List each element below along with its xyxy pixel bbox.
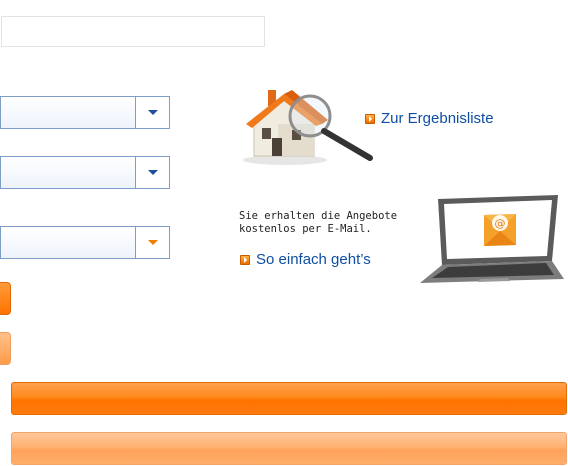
email-info-line-1: Sie erhalten die Angebote	[239, 210, 398, 222]
select-dropdown-3[interactable]	[0, 226, 170, 259]
dropdown-arrow-button-2[interactable]	[135, 157, 169, 188]
laptop-email-icon: @	[420, 195, 564, 283]
email-info-line-2: kostenlos per E-Mail.	[239, 223, 372, 235]
dropdown-arrow-button-3[interactable]	[135, 227, 169, 258]
email-info-text: Sie erhalten die Angebote kostenlos per …	[239, 210, 397, 236]
orange-button-stub-1[interactable]	[0, 282, 11, 315]
chevron-down-icon	[148, 170, 158, 175]
how-it-works-link-label: So einfach geht’s	[256, 251, 371, 268]
light-orange-action-bar[interactable]	[11, 432, 567, 465]
how-it-works-link[interactable]: So einfach geht’s	[240, 251, 371, 268]
orange-button-stub-2[interactable]	[0, 332, 11, 365]
results-list-link[interactable]: Zur Ergebnisliste	[365, 110, 494, 127]
select-dropdown-2[interactable]	[0, 156, 170, 189]
orange-arrow-bullet-icon	[365, 113, 375, 124]
svg-text:@: @	[495, 217, 506, 230]
top-text-field[interactable]	[1, 16, 265, 47]
results-list-link-label: Zur Ergebnisliste	[381, 110, 494, 127]
house-magnifier-icon	[243, 90, 373, 165]
orange-action-bar[interactable]	[11, 382, 567, 415]
dropdown-arrow-button-1[interactable]	[135, 97, 169, 128]
select-dropdown-1[interactable]	[0, 96, 170, 129]
chevron-down-icon	[148, 240, 158, 245]
orange-arrow-bullet-icon	[240, 254, 250, 265]
chevron-down-icon	[148, 110, 158, 115]
